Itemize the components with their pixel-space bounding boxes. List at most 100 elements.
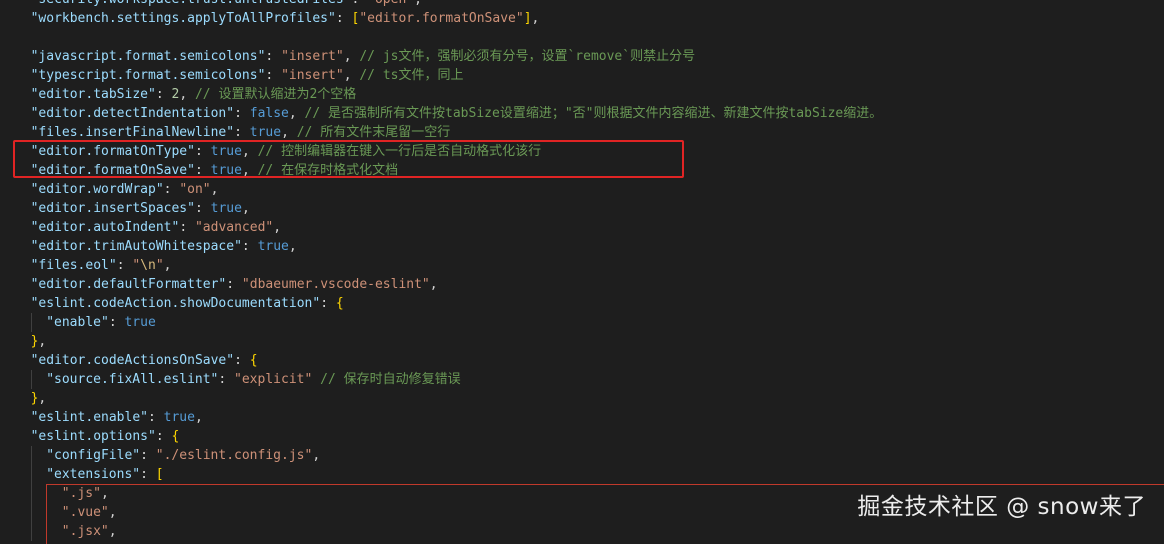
- code-token: // 是否强制所有文件按tabSize设置缩进；"否"则根据文件内容缩进、新建文…: [304, 106, 883, 121]
- code-token: true: [257, 239, 289, 254]
- code-token: :: [155, 87, 172, 102]
- indent-guide: [30, 313, 32, 332]
- code-line[interactable]: "editor.autoIndent": "advanced",: [0, 218, 1164, 237]
- indent-guide: [30, 484, 32, 503]
- code-token: "editor.codeActionsOnSave": [30, 353, 235, 368]
- code-token: :: [155, 429, 172, 444]
- code-token: :: [218, 372, 235, 387]
- code-line[interactable]: },: [0, 332, 1164, 351]
- code-token: :: [163, 182, 180, 197]
- code-token: ,: [210, 182, 219, 197]
- code-line[interactable]: "editor.insertSpaces": true,: [0, 199, 1164, 218]
- code-token: :: [234, 106, 250, 121]
- code-line[interactable]: },: [0, 389, 1164, 408]
- code-token: "files.insertFinalNewline": [30, 125, 235, 140]
- code-editor[interactable]: "security.workspace.trust.untrustedFiles…: [0, 0, 1164, 541]
- code-token: {: [335, 296, 344, 311]
- code-token: :: [234, 353, 250, 368]
- code-token: "editor.trimAutoWhitespace": [30, 239, 242, 254]
- code-token: ,: [531, 11, 540, 26]
- indent-guide: [30, 522, 32, 541]
- code-token: ,: [281, 125, 297, 140]
- code-token: "on": [179, 182, 211, 197]
- code-token: // 保存时自动修复错误: [320, 372, 461, 387]
- code-line[interactable]: "javascript.format.semicolons": "insert"…: [0, 47, 1164, 66]
- code-token: "workbench.settings.applyToAllProfiles": [30, 11, 336, 26]
- code-line[interactable]: "eslint.codeAction.showDocumentation": {: [0, 294, 1164, 313]
- code-token: ,: [429, 277, 438, 292]
- code-token: true: [249, 125, 282, 140]
- code-token: "dbaeumer.vscode-eslint": [241, 277, 430, 292]
- code-token: ,: [343, 68, 360, 83]
- code-token: ,: [38, 391, 47, 406]
- code-token: false: [249, 106, 289, 121]
- code-token: :: [116, 258, 133, 273]
- code-token: :: [234, 125, 250, 140]
- code-line[interactable]: "eslint.enable": true,: [0, 408, 1164, 427]
- code-token: :: [335, 11, 352, 26]
- code-token: true: [163, 410, 195, 425]
- code-token: "files.eol": [30, 258, 117, 273]
- code-line[interactable]: "enable": true: [0, 313, 1164, 332]
- code-line[interactable]: "editor.trimAutoWhitespace": true,: [0, 237, 1164, 256]
- code-token: "eslint.enable": [30, 410, 148, 425]
- code-token: :: [241, 239, 258, 254]
- code-line[interactable]: [0, 28, 1164, 47]
- code-line[interactable]: "typescript.format.semicolons": "insert"…: [0, 66, 1164, 85]
- code-token: "editor.wordWrap": [30, 182, 164, 197]
- code-line[interactable]: "editor.defaultFormatter": "dbaeumer.vsc…: [0, 275, 1164, 294]
- code-token: "eslint.options": [30, 429, 156, 444]
- code-token: "javascript.format.semicolons": [30, 49, 266, 64]
- code-line[interactable]: "editor.tabSize": 2, // 设置默认缩进为2个空格: [0, 85, 1164, 104]
- code-token: ,: [194, 410, 203, 425]
- code-token: "editor.autoIndent": [30, 220, 180, 235]
- code-line[interactable]: "extensions": [: [0, 465, 1164, 484]
- code-token: // 所有文件末尾留一空行: [296, 125, 451, 140]
- code-token: :: [140, 467, 156, 482]
- code-token: "insert": [281, 49, 344, 64]
- code-token: :: [140, 448, 156, 463]
- code-token: "eslint.codeAction.showDocumentation": [30, 296, 321, 311]
- code-token: :: [320, 296, 336, 311]
- code-line[interactable]: "configFile": "./eslint.config.js",: [0, 446, 1164, 465]
- code-token: ": [155, 258, 164, 273]
- code-token: true: [124, 315, 156, 330]
- code-token: "typescript.format.semicolons": [30, 68, 266, 83]
- code-token: :: [265, 68, 282, 83]
- code-token: "explicit": [234, 372, 313, 387]
- code-token: \n: [140, 258, 156, 273]
- indent-guide: [30, 503, 32, 522]
- indent-guide: [30, 370, 32, 389]
- code-line[interactable]: "workbench.settings.applyToAllProfiles":…: [0, 9, 1164, 28]
- code-line[interactable]: "editor.wordWrap": "on",: [0, 180, 1164, 199]
- code-token: ,: [414, 0, 422, 7]
- code-token: "enable": [46, 315, 109, 330]
- code-token: "editor.tabSize": [30, 87, 156, 102]
- code-line[interactable]: "source.fixAll.eslint": "explicit" // 保存…: [0, 370, 1164, 389]
- code-token: ,: [163, 258, 172, 273]
- code-line[interactable]: "editor.codeActionsOnSave": {: [0, 351, 1164, 370]
- code-line[interactable]: "eslint.options": {: [0, 427, 1164, 446]
- code-token: "editor.formatOnSave": [359, 11, 524, 26]
- code-token: ,: [241, 201, 250, 216]
- code-token: // ts文件，同上: [359, 68, 464, 83]
- code-line[interactable]: "security.workspace.trust.untrustedFiles…: [0, 0, 1164, 9]
- code-token: "editor.defaultFormatter": [30, 277, 227, 292]
- code-token: {: [171, 429, 180, 444]
- code-token: ,: [273, 220, 282, 235]
- code-token: [: [155, 467, 164, 482]
- code-token: :: [194, 201, 211, 216]
- code-token: ,: [179, 87, 195, 102]
- code-token: {: [249, 353, 258, 368]
- code-token: ,: [312, 448, 321, 463]
- code-token: "editor.detectIndentation": [30, 106, 235, 121]
- indent-guide: [30, 446, 32, 465]
- code-line[interactable]: "files.eol": "\n",: [0, 256, 1164, 275]
- code-token: "extensions": [46, 467, 141, 482]
- code-token: true: [210, 201, 242, 216]
- code-line[interactable]: "editor.detectIndentation": false, // 是否…: [0, 104, 1164, 123]
- code-token: :: [179, 220, 195, 235]
- code-token: ,: [288, 239, 297, 254]
- code-token: ,: [38, 334, 47, 349]
